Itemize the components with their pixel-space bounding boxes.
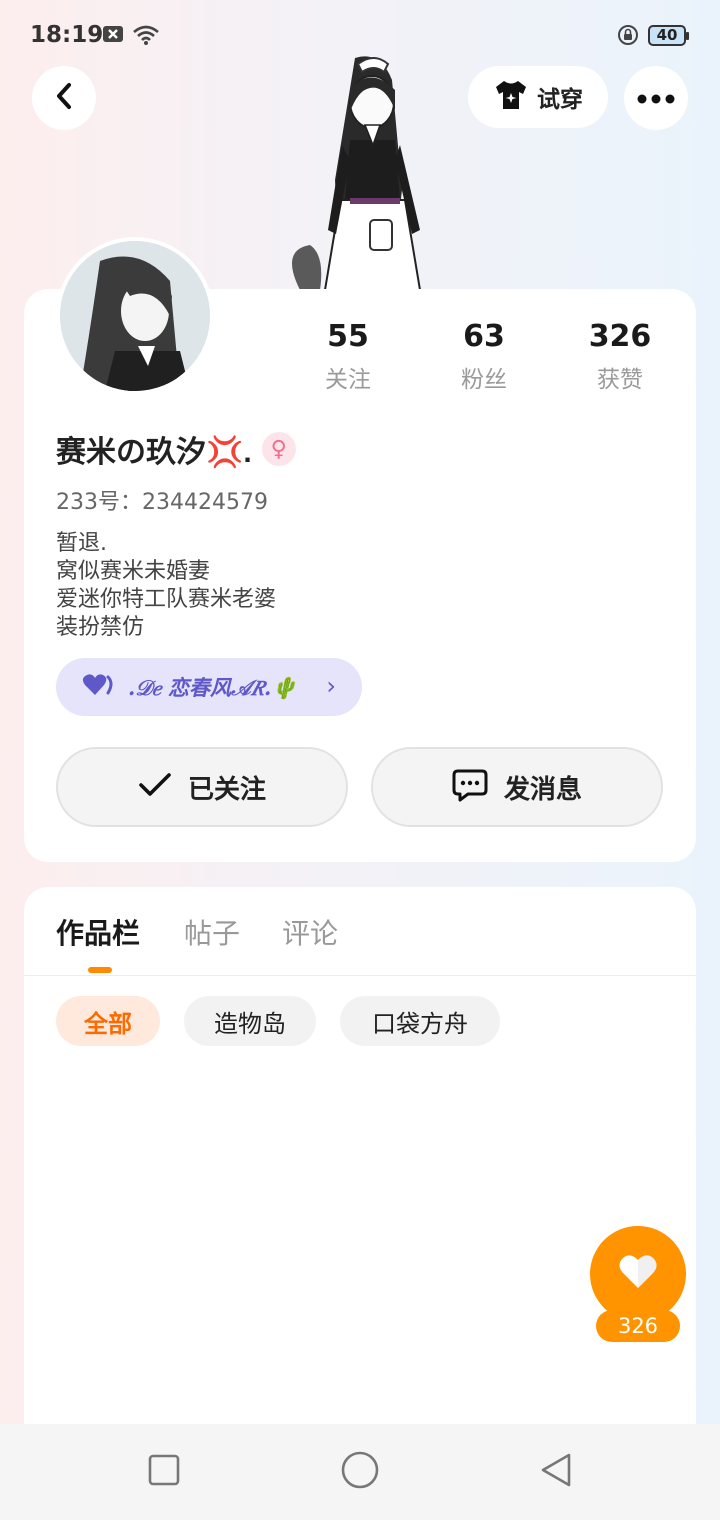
notification-icon (102, 24, 124, 48)
more-dots-icon (637, 89, 675, 108)
female-gender-icon: ♀ (261, 432, 296, 466)
square-icon (148, 1454, 180, 1490)
works-card (24, 887, 696, 1447)
filter-pocket-ark[interactable]: 口袋方舟 (340, 996, 500, 1046)
followers-label: 粉丝 (461, 367, 507, 393)
tshirt-icon (493, 79, 529, 115)
battery-indicator: 40 (648, 25, 689, 46)
tab-divider (24, 975, 696, 976)
tab-works[interactable]: 作品栏 (56, 912, 140, 952)
active-tab-indicator (88, 967, 112, 973)
bio: 暂退. 窝似赛米未婚妻 爱迷你特工队赛米老婆 装扮禁仿 (56, 530, 276, 642)
guild-name: .𝒟𝑒 恋春风𝒜𝑅.🌵 (128, 675, 298, 700)
stat-likes[interactable]: 326 获赞 (560, 318, 680, 394)
triangle-back-icon (539, 1452, 573, 1492)
filter-all[interactable]: 全部 (56, 996, 160, 1046)
likes-count: 326 (588, 319, 652, 354)
tab-posts[interactable]: 帖子 (184, 912, 240, 952)
back-button[interactable] (32, 66, 96, 130)
rotation-lock-icon (617, 24, 639, 50)
chat-bubble-icon (452, 768, 488, 806)
chevron-left-icon (53, 81, 75, 115)
back-nav-button[interactable] (534, 1450, 578, 1494)
bio-line: 窝似赛米未婚妻 (56, 559, 211, 584)
chevron-right-icon: › (326, 672, 336, 700)
bio-line: 暂退. (56, 531, 107, 556)
try-on-button[interactable]: 试穿 (468, 66, 608, 128)
nickname-row: 赛米の玖汐💢. ♀ (56, 428, 296, 470)
bio-line: 装扮禁仿 (56, 615, 145, 640)
circle-icon (341, 1451, 379, 1493)
avatar[interactable] (56, 237, 214, 395)
status-time: 18:19 (30, 22, 104, 48)
avatar-character-illustration (270, 50, 450, 291)
heart-icon (618, 1254, 658, 1294)
followed-label: 已关注 (187, 774, 266, 805)
following-label: 关注 (325, 367, 371, 393)
tab-comments[interactable]: 评论 (282, 912, 338, 952)
wifi-icon (132, 24, 160, 50)
guild-badge-button[interactable]: .𝒟𝑒 恋春风𝒜𝑅.🌵 › (56, 658, 362, 716)
likes-label: 获赞 (597, 367, 643, 393)
followed-button[interactable]: 已关注 (56, 747, 348, 827)
recent-apps-button[interactable] (142, 1450, 186, 1494)
send-message-label: 发消息 (503, 774, 582, 805)
home-button[interactable] (338, 1450, 382, 1494)
followers-count: 63 (463, 319, 505, 354)
following-count: 55 (327, 319, 369, 354)
user-id: 233号：234424579 (56, 490, 268, 515)
bio-line: 爱迷你特工队赛米老婆 (56, 587, 277, 612)
stat-followers[interactable]: 63 粉丝 (424, 318, 544, 394)
like-count: 326 (596, 1310, 680, 1342)
stat-following[interactable]: 55 关注 (288, 318, 408, 394)
send-message-button[interactable]: 发消息 (371, 747, 663, 827)
system-nav-bar (0, 1424, 720, 1520)
heart-badge-icon (82, 673, 116, 701)
nickname: 赛米の玖汐💢. (56, 436, 252, 469)
more-button[interactable] (624, 66, 688, 130)
check-icon (138, 772, 172, 802)
try-on-label: 试穿 (537, 87, 583, 113)
like-button[interactable] (590, 1226, 686, 1322)
filter-creation-island[interactable]: 造物岛 (184, 996, 316, 1046)
